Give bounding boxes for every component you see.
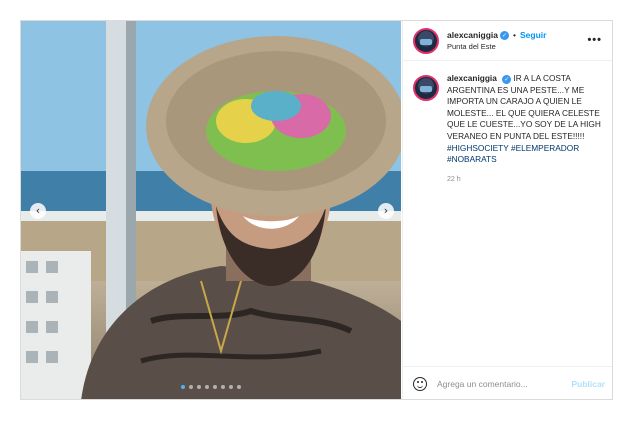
post-header: alexcaniggia ✓ • Seguir Punta del Este •… [403,21,612,61]
carousel-dot [197,385,201,389]
caption-row: alexcaniggia ✓ IR A LA COSTA ARGENTINA E… [413,73,604,185]
avatar[interactable] [413,27,439,54]
post-header-text: alexcaniggia ✓ • Seguir Punta del Este [447,30,546,51]
emoji-icon[interactable] [413,377,427,391]
previous-slide-button[interactable]: ‹ [30,203,46,219]
add-comment-bar: Publicar [403,366,612,399]
post-header-line: alexcaniggia ✓ • Seguir [447,30,546,40]
post-sidebar: alexcaniggia ✓ • Seguir Punta del Este •… [402,21,612,399]
caption: alexcaniggia ✓ IR A LA COSTA ARGENTINA E… [447,73,604,185]
location-link[interactable]: Punta del Este [447,42,546,51]
chevron-right-icon: › [383,204,389,217]
carousel-dot [229,385,233,389]
follow-button[interactable]: Seguir [520,30,546,40]
carousel-dot [205,385,209,389]
verified-badge-icon: ✓ [500,30,510,40]
carousel-indicator [21,385,401,389]
publish-button[interactable]: Publicar [571,379,605,389]
caption-text: IR A LA COSTA ARGENTINA ES UNA PESTE...Y… [447,73,601,141]
carousel-dot [221,385,225,389]
carousel-dot [237,385,241,389]
hashtag-link[interactable]: #NOBARATS [447,154,497,164]
post-time[interactable]: 22 h [447,174,604,186]
next-slide-button[interactable]: › [378,203,394,219]
separator: • [513,30,517,40]
hashtag-link[interactable]: #HIGHSOCIETY [447,143,509,153]
post-photo[interactable]: ‹ › [21,21,401,399]
comments-section: alexcaniggia ✓ IR A LA COSTA ARGENTINA E… [403,61,612,361]
comment-input[interactable] [437,379,567,389]
caption-avatar[interactable] [413,75,439,101]
hashtag-link[interactable]: #ELEMPERADOR [511,143,579,153]
carousel-dot [213,385,217,389]
username-link[interactable]: alexcaniggia [447,30,498,40]
carousel-dot [181,385,185,389]
more-options-icon[interactable]: ••• [587,34,602,46]
caption-username-link[interactable]: alexcaniggia [447,73,497,83]
chevron-left-icon: ‹ [35,204,41,217]
carousel-dot [189,385,193,389]
verified-badge-icon: ✓ [502,75,512,84]
selfie-image [21,21,401,399]
instagram-post-embed: ‹ › alexcaniggia ✓ • Seguir Punta del Es… [20,20,613,400]
